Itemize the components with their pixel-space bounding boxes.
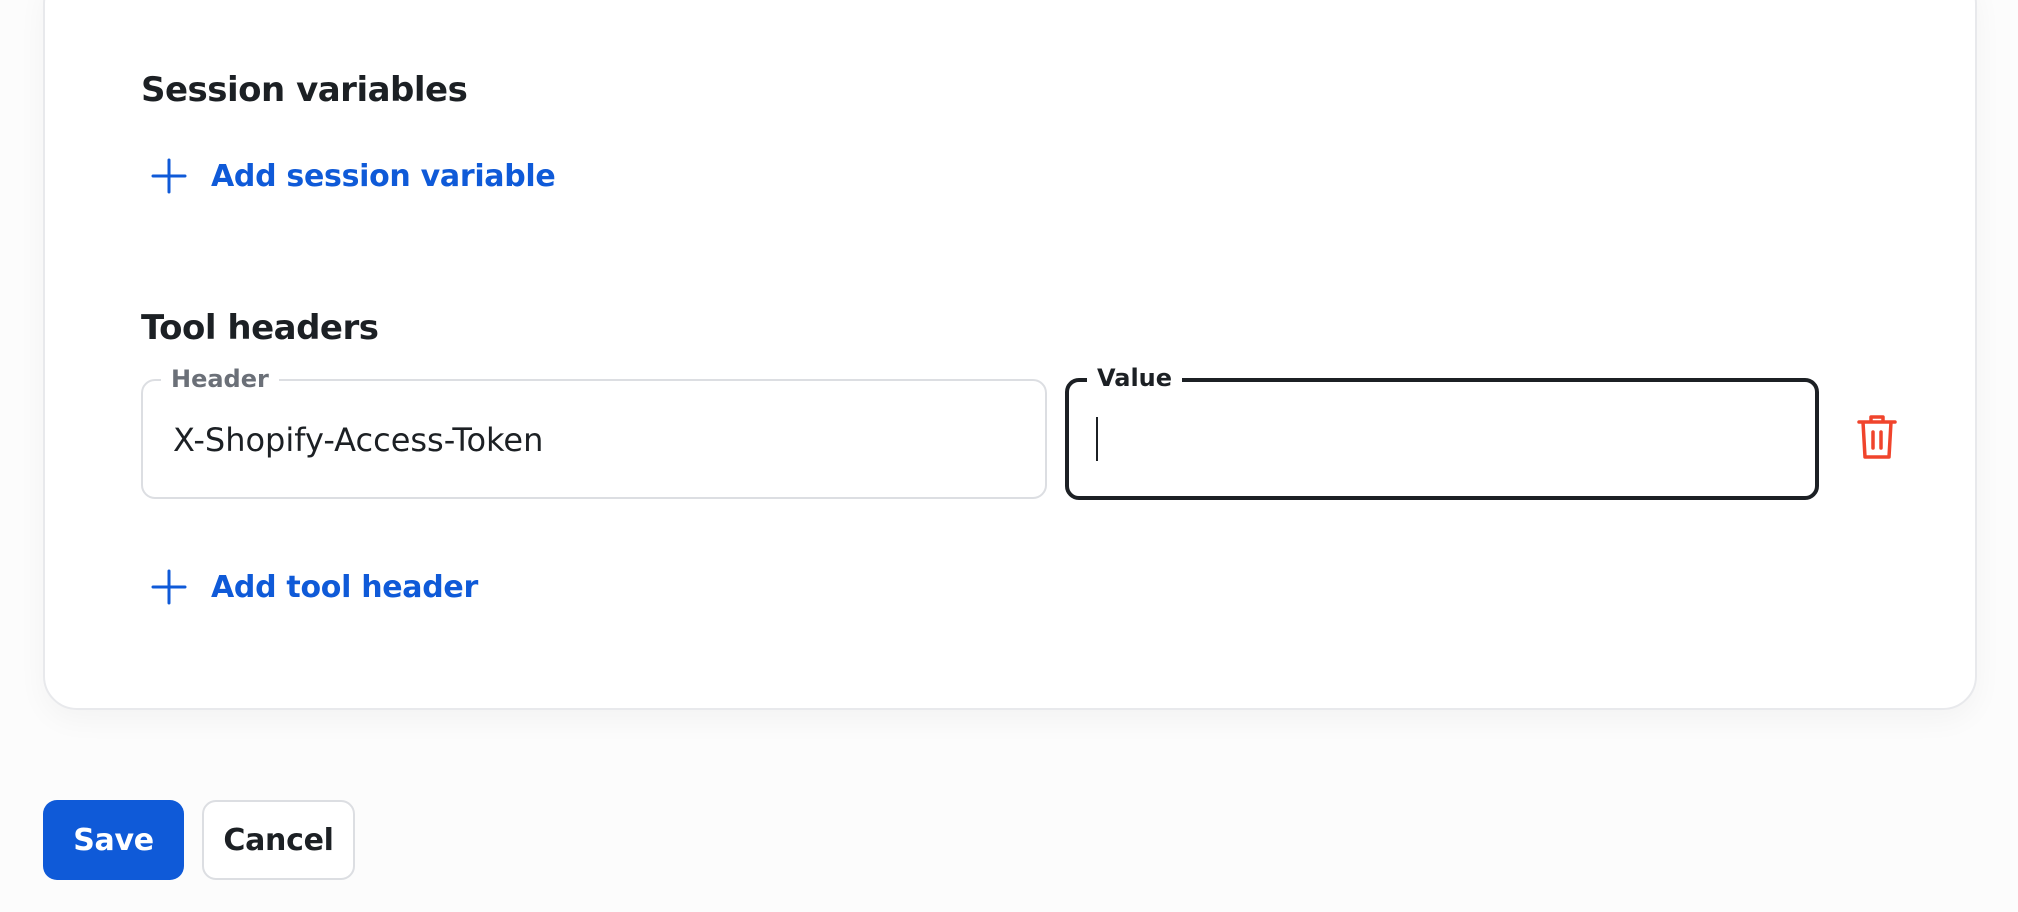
session-variables-title: Session variables: [141, 70, 468, 110]
add-session-variable-button[interactable]: Add session variable: [151, 158, 556, 194]
plus-icon: [151, 569, 187, 605]
header-field[interactable]: Header X-Shopify-Access-Token: [141, 364, 1047, 499]
header-field-label: Header: [161, 364, 279, 394]
save-button[interactable]: Save: [43, 800, 184, 880]
plus-icon: [151, 158, 187, 194]
text-caret: [1096, 417, 1098, 461]
value-field-label: Value: [1087, 363, 1183, 393]
delete-header-button[interactable]: [1857, 414, 1897, 464]
value-field[interactable]: Value: [1065, 363, 1819, 500]
add-session-variable-label: Add session variable: [211, 158, 556, 194]
add-tool-header-button[interactable]: Add tool header: [151, 569, 478, 605]
cancel-button[interactable]: Cancel: [202, 800, 355, 880]
add-tool-header-label: Add tool header: [211, 569, 478, 605]
tool-headers-title: Tool headers: [141, 308, 379, 348]
trash-icon: [1857, 415, 1897, 464]
settings-card: Session variables Add session variable T…: [43, 0, 1977, 710]
header-field-value: X-Shopify-Access-Token: [173, 421, 544, 459]
